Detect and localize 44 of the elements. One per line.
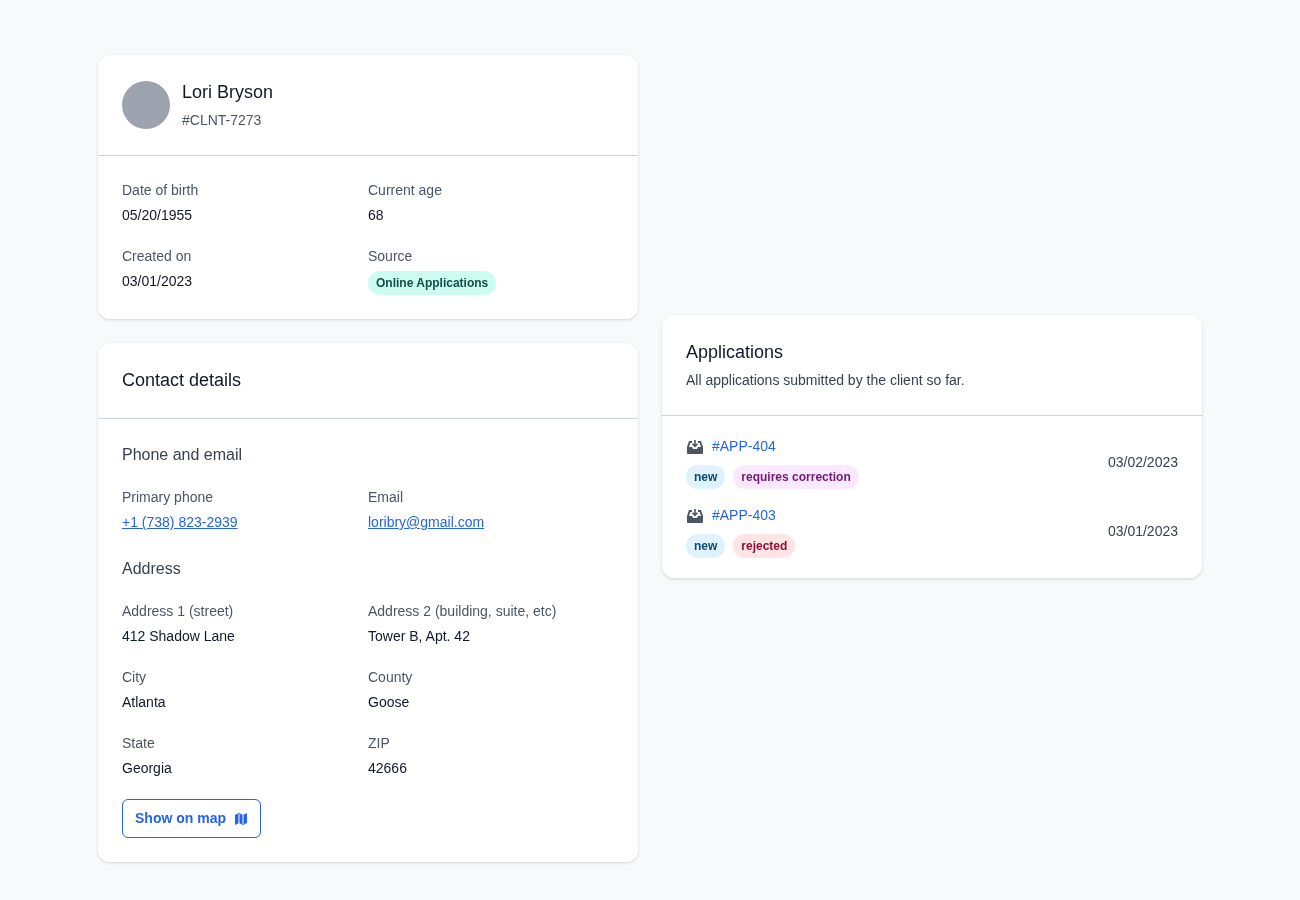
field-value: Goose [368,693,411,712]
card-subtitle: All applications submitted by the client so far. [686,371,966,390]
field-value: Georgia [122,759,173,778]
section-title: Address [122,559,182,579]
section-title: Phone and email [122,445,244,465]
field-value: Tower B, Apt. 42 [368,627,471,646]
contact-link[interactable]: +1 (738) 823-2939 [122,512,238,533]
field-label: Source [368,247,414,266]
field-label: ZIP [368,734,391,753]
status-tag: new [686,534,726,558]
inbox-download-icon [686,438,704,455]
field-label: Address 2 (building, suite, etc) [368,602,558,621]
client-id: #CLNT-7273 [182,111,263,130]
field-value: 42666 [368,759,408,778]
source-badge: Online Applications [368,271,497,295]
field-label: County [368,668,414,687]
field-label: City [122,668,148,687]
application-date: 03/01/2023 [1107,522,1178,541]
status-tag: rejected [733,534,796,558]
field-label: Primary phone [122,488,215,507]
field-value: 03/01/2023 [122,272,194,291]
avatar [122,81,170,129]
field-value: 412 Shadow Lane [122,627,236,646]
application-link[interactable]: #APP-404 [712,436,776,457]
show-on-map-button[interactable]: Show on map [122,799,261,838]
card-title: Contact details [122,370,242,390]
field-label: Created on [122,247,193,266]
field-label: Email [368,488,404,507]
card-title: Applications [686,341,785,364]
field-value: 68 [368,206,385,225]
field-value: 05/20/1955 [122,206,194,225]
field-label: Address 1 (street) [122,602,235,621]
contact-link[interactable]: loribry@gmail.com [368,512,485,533]
field-value: Atlanta [122,693,167,712]
status-tag: new [686,465,726,489]
application-date: 03/02/2023 [1107,453,1178,472]
field-label: Current age [368,181,443,200]
status-tag: requires correction [733,465,859,489]
application-link[interactable]: #APP-403 [712,505,776,526]
field-label: Date of birth [122,181,200,200]
map-icon [234,811,248,826]
client-name: Lori Bryson [182,81,274,104]
inbox-download-icon [686,507,704,524]
field-label: State [122,734,156,753]
